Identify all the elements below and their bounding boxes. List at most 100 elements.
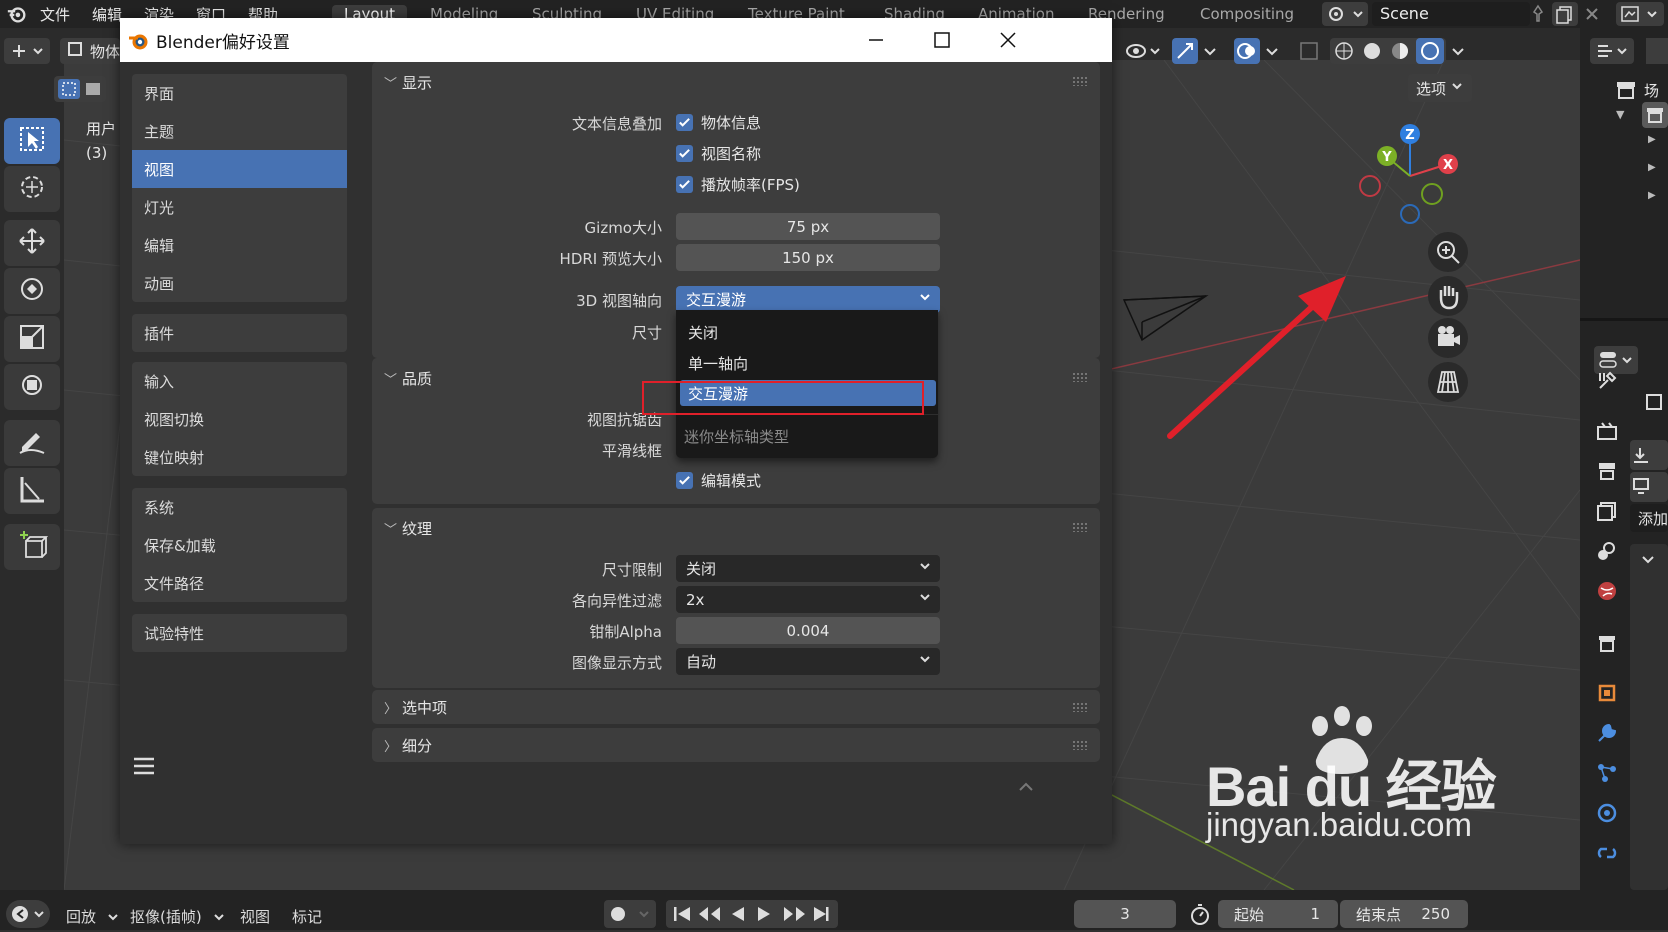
object-mode-selector[interactable]: 物体 xyxy=(60,38,120,64)
scene-selector-button[interactable] xyxy=(1322,2,1368,26)
measure-tool[interactable] xyxy=(4,468,60,514)
cursor-tool[interactable] xyxy=(4,166,60,212)
shading-mode-buttons[interactable] xyxy=(1330,38,1446,64)
nav-system[interactable]: 系统 xyxy=(132,488,347,526)
expand-arrow-icon[interactable]: ▶ xyxy=(1648,162,1656,173)
drag-handle-icon[interactable] xyxy=(1072,702,1088,712)
nav-navigation[interactable]: 视图切换 xyxy=(132,400,347,438)
tool-properties-icon[interactable] xyxy=(1594,368,1620,394)
view-name-checkbox[interactable]: 视图名称 xyxy=(676,143,761,164)
quality-panel-header[interactable]: ﹀ 品质 xyxy=(384,358,432,398)
keying-menu[interactable]: 抠像(插帧) xyxy=(130,906,202,927)
nav-input[interactable]: 输入 xyxy=(132,362,347,400)
options-button[interactable]: 选项 xyxy=(1408,74,1472,102)
nav-file-paths[interactable]: 文件路径 xyxy=(132,564,347,602)
rotate-tool[interactable] xyxy=(4,268,60,314)
fps-checkbox[interactable]: 播放帧率(FPS) xyxy=(676,174,800,195)
select-mode-buttons[interactable] xyxy=(54,76,106,102)
subdivision-panel-header[interactable]: 〉细分 xyxy=(384,728,432,762)
image-display-dropdown[interactable]: 自动 xyxy=(676,648,940,675)
outliner-display-button[interactable] xyxy=(1646,38,1668,64)
selection-panel[interactable]: 〉选中项 xyxy=(372,690,1100,724)
drag-handle-icon[interactable] xyxy=(1072,740,1088,750)
timeline-editor-type-button[interactable] xyxy=(6,900,50,928)
select-box-tool[interactable] xyxy=(4,118,60,164)
anisotropic-dropdown[interactable]: 2x xyxy=(676,586,940,613)
constraints-properties-icon[interactable] xyxy=(1594,840,1620,866)
zoom-button[interactable] xyxy=(1428,232,1468,272)
annotate-tool[interactable] xyxy=(4,420,60,466)
add-cube-tool[interactable] xyxy=(4,524,60,570)
edit-mode-checkbox[interactable]: 编辑模式 xyxy=(676,470,761,491)
menu-edit[interactable]: 编辑 xyxy=(92,4,122,25)
tab-compositing[interactable]: Compositing xyxy=(1200,5,1294,23)
preferences-titlebar[interactable]: Blender偏好设置 xyxy=(120,18,1112,62)
render-properties-icon[interactable] xyxy=(1594,418,1620,444)
hamburger-menu-icon[interactable] xyxy=(130,752,158,784)
nav-experimental[interactable]: 试验特性 xyxy=(132,614,347,652)
nav-animation[interactable]: 动画 xyxy=(132,264,347,302)
editor-type-button[interactable] xyxy=(4,38,50,64)
chevron-down-icon[interactable] xyxy=(1200,38,1220,68)
nav-lights[interactable]: 灯光 xyxy=(132,188,347,226)
gizmo-toggle-icon[interactable] xyxy=(1172,38,1198,64)
display-panel-header[interactable]: ﹀ 显示 xyxy=(384,62,432,102)
close-icon[interactable] xyxy=(1582,4,1602,28)
axis-type-dropdown[interactable]: 交互漫游 xyxy=(676,286,940,313)
new-scene-icon[interactable] xyxy=(1552,2,1578,26)
particles-properties-icon[interactable] xyxy=(1594,760,1620,786)
import-button[interactable] xyxy=(1630,440,1668,470)
navigation-gizmo[interactable]: Z X Y xyxy=(1350,118,1470,238)
physics-properties-icon[interactable] xyxy=(1594,800,1620,826)
collection-properties-icon[interactable] xyxy=(1594,630,1620,656)
selection-panel-header[interactable]: 〉选中项 xyxy=(384,690,447,724)
stopwatch-icon[interactable] xyxy=(1188,902,1212,930)
view-layer-properties-icon[interactable] xyxy=(1594,498,1620,524)
dropdown-option-off[interactable]: 关闭 xyxy=(688,322,718,343)
display-button[interactable] xyxy=(1630,472,1668,502)
fullscreen-icon[interactable] xyxy=(1644,392,1664,416)
scene-properties-icon[interactable] xyxy=(1594,538,1620,564)
view-layer-icon[interactable] xyxy=(1616,2,1664,26)
current-frame-field[interactable]: 3 xyxy=(1074,900,1176,928)
clip-alpha-field[interactable]: 0.004 xyxy=(676,617,940,644)
marker-menu[interactable]: 标记 xyxy=(292,906,322,927)
minimize-icon[interactable] xyxy=(866,30,886,54)
scene-name-field[interactable]: Scene xyxy=(1372,2,1530,26)
expand-arrow-icon[interactable]: ▼ xyxy=(1616,108,1624,121)
maximize-icon[interactable] xyxy=(932,30,952,54)
overlay-toggle-icon[interactable] xyxy=(1234,38,1260,64)
textures-panel-header[interactable]: ﹀ 纹理 xyxy=(384,508,432,548)
xray-icon[interactable] xyxy=(1296,38,1322,68)
nav-addons[interactable]: 插件 xyxy=(132,314,347,352)
close-icon[interactable] xyxy=(998,30,1018,54)
nav-keymap[interactable]: 键位映射 xyxy=(132,438,347,476)
view-menu[interactable]: 视图 xyxy=(240,906,270,927)
object-properties-icon[interactable] xyxy=(1594,680,1620,706)
auto-keying-button[interactable] xyxy=(604,900,656,928)
size-limit-dropdown[interactable]: 关闭 xyxy=(676,555,940,582)
move-tool[interactable] xyxy=(4,220,60,266)
drag-handle-icon[interactable] xyxy=(1072,372,1088,382)
transform-tool[interactable] xyxy=(4,364,60,410)
chevron-down-icon[interactable] xyxy=(1448,38,1468,68)
nav-themes[interactable]: 主题 xyxy=(132,112,347,150)
hdri-size-field[interactable]: 150 px xyxy=(676,244,940,271)
nav-editing[interactable]: 编辑 xyxy=(132,226,347,264)
gizmo-size-field[interactable]: 75 px xyxy=(676,213,940,240)
world-properties-icon[interactable] xyxy=(1594,578,1620,604)
outliner-filter-button[interactable] xyxy=(1590,38,1634,64)
scale-tool[interactable] xyxy=(4,316,60,362)
blender-logo-icon[interactable] xyxy=(6,3,28,25)
start-frame-field[interactable]: 起始 1 xyxy=(1218,900,1338,928)
output-properties-icon[interactable] xyxy=(1594,458,1620,484)
object-info-checkbox[interactable]: 物体信息 xyxy=(676,112,761,133)
subdivision-panel[interactable]: 〉细分 xyxy=(372,728,1100,762)
nav-save-load[interactable]: 保存&加载 xyxy=(132,526,347,564)
visibility-icon[interactable] xyxy=(1124,38,1164,68)
pin-icon[interactable] xyxy=(1528,4,1548,28)
chevron-down-icon[interactable] xyxy=(1262,38,1282,68)
nav-interface[interactable]: 界面 xyxy=(132,74,347,112)
drag-handle-icon[interactable] xyxy=(1072,522,1088,532)
drag-handle-icon[interactable] xyxy=(1072,76,1088,86)
